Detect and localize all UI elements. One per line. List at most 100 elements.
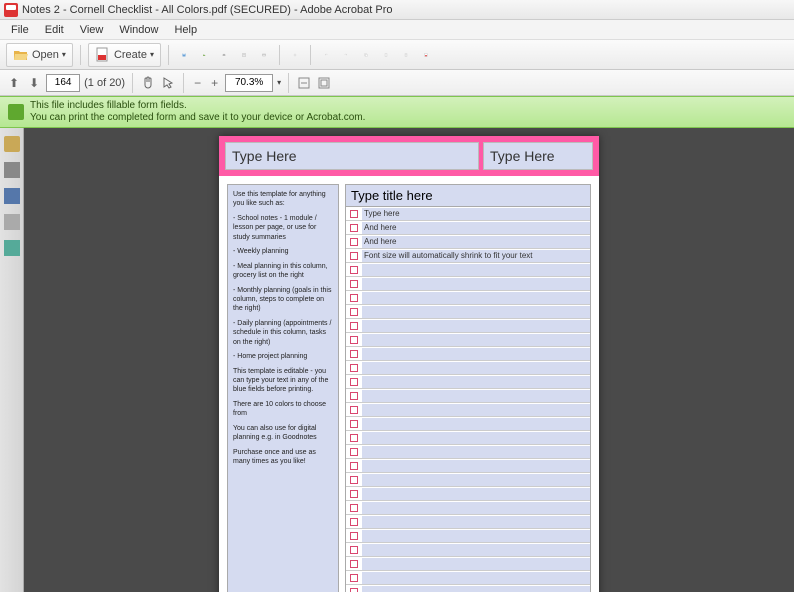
cloud-icon[interactable] (196, 47, 212, 63)
checklist-text[interactable] (362, 586, 590, 592)
checkbox[interactable] (350, 462, 358, 470)
zoom-input[interactable] (225, 74, 273, 92)
signature-icon[interactable] (4, 240, 20, 256)
copy-icon[interactable] (358, 47, 374, 63)
checkbox[interactable] (350, 336, 358, 344)
checkbox[interactable] (350, 448, 358, 456)
select-tool-icon[interactable] (160, 75, 176, 91)
print-icon[interactable] (216, 47, 232, 63)
checklist-text[interactable] (362, 404, 590, 416)
gear-icon[interactable] (287, 47, 303, 63)
pdf-create-icon (95, 47, 111, 63)
checklist-text[interactable] (362, 544, 590, 556)
checklist-text[interactable] (362, 362, 590, 374)
checkbox[interactable] (350, 238, 358, 246)
checkbox[interactable] (350, 294, 358, 302)
create-button[interactable]: Create ▾ (88, 43, 161, 67)
dropdown-icon: ▾ (150, 50, 154, 59)
checklist-text[interactable] (362, 474, 590, 486)
menu-view[interactable]: View (73, 22, 111, 38)
checkbox[interactable] (350, 574, 358, 582)
checkbox[interactable] (350, 252, 358, 260)
bookmark-icon[interactable] (4, 188, 20, 204)
checklist-text[interactable]: And here (362, 236, 590, 248)
email-icon[interactable] (256, 47, 272, 63)
page-icon[interactable] (378, 47, 394, 63)
checklist-text[interactable] (362, 488, 590, 500)
checklist-text[interactable] (362, 264, 590, 276)
checkbox[interactable] (350, 518, 358, 526)
fit-page-icon[interactable] (316, 75, 332, 91)
checkbox[interactable] (350, 280, 358, 288)
checklist-text[interactable]: Type here (362, 208, 590, 220)
checkbox[interactable] (350, 546, 358, 554)
checkbox[interactable] (350, 406, 358, 414)
menu-edit[interactable]: Edit (38, 22, 71, 38)
checklist-text[interactable] (362, 446, 590, 458)
checklist-row (346, 389, 590, 403)
checklist-text[interactable] (362, 502, 590, 514)
checklist-row (346, 459, 590, 473)
hand-tool-icon[interactable] (140, 75, 156, 91)
checklist-text[interactable] (362, 292, 590, 304)
checklist-text[interactable] (362, 418, 590, 430)
dropdown-icon[interactable]: ▾ (277, 78, 281, 87)
checklist-text[interactable] (362, 390, 590, 402)
checkbox[interactable] (350, 588, 358, 592)
checkbox[interactable] (350, 420, 358, 428)
zoom-out-icon[interactable]: − (191, 76, 204, 90)
page-down-icon[interactable]: ⬇ (26, 76, 42, 90)
checkbox[interactable] (350, 350, 358, 358)
checklist-text[interactable] (362, 558, 590, 570)
checkbox[interactable] (350, 224, 358, 232)
thumbnails-icon[interactable] (4, 162, 20, 178)
save-icon[interactable] (176, 47, 192, 63)
checklist-text[interactable] (362, 306, 590, 318)
checklist-text[interactable]: And here (362, 222, 590, 234)
checkbox[interactable] (350, 308, 358, 316)
checkbox[interactable] (350, 560, 358, 568)
checkbox[interactable] (350, 266, 358, 274)
checklist-title[interactable]: Type title here (346, 185, 590, 207)
menu-window[interactable]: Window (112, 22, 165, 38)
fit-width-icon[interactable] (296, 75, 312, 91)
share-icon[interactable] (236, 47, 252, 63)
checkbox[interactable] (350, 434, 358, 442)
menu-help[interactable]: Help (167, 22, 204, 38)
checklist-text[interactable] (362, 376, 590, 388)
page-up-icon[interactable]: ⬆ (6, 76, 22, 90)
page-number-input[interactable] (46, 74, 80, 92)
checkbox[interactable] (350, 392, 358, 400)
checkbox[interactable] (350, 476, 358, 484)
undo-icon[interactable] (318, 47, 334, 63)
checklist-text[interactable] (362, 432, 590, 444)
redo-icon[interactable] (338, 47, 354, 63)
zoom-in-icon[interactable]: + (208, 76, 221, 90)
checklist-text[interactable] (362, 460, 590, 472)
attachment-icon[interactable] (4, 214, 20, 230)
checkbox[interactable] (350, 532, 358, 540)
checklist-text[interactable]: Font size will automatically shrink to f… (362, 250, 590, 262)
page2-icon[interactable] (398, 47, 414, 63)
checklist-text[interactable] (362, 572, 590, 584)
open-button[interactable]: Open ▾ (6, 43, 73, 67)
checklist-text[interactable] (362, 516, 590, 528)
checklist-text[interactable] (362, 320, 590, 332)
header-field-2[interactable]: Type Here (483, 142, 593, 170)
pdf-icon[interactable] (418, 47, 434, 63)
header-field-1[interactable]: Type Here (225, 142, 479, 170)
checkbox[interactable] (350, 364, 358, 372)
menu-file[interactable]: File (4, 22, 36, 38)
checkbox[interactable] (350, 504, 358, 512)
lock-icon[interactable] (4, 136, 20, 152)
checklist-text[interactable] (362, 530, 590, 542)
notes-column[interactable]: Use this template for anything you like … (227, 184, 339, 592)
checkbox[interactable] (350, 490, 358, 498)
checkbox[interactable] (350, 378, 358, 386)
checkbox[interactable] (350, 210, 358, 218)
document-canvas[interactable]: Type Here Type Here Use this template fo… (24, 128, 794, 592)
checkbox[interactable] (350, 322, 358, 330)
checklist-text[interactable] (362, 278, 590, 290)
checklist-text[interactable] (362, 334, 590, 346)
checklist-text[interactable] (362, 348, 590, 360)
